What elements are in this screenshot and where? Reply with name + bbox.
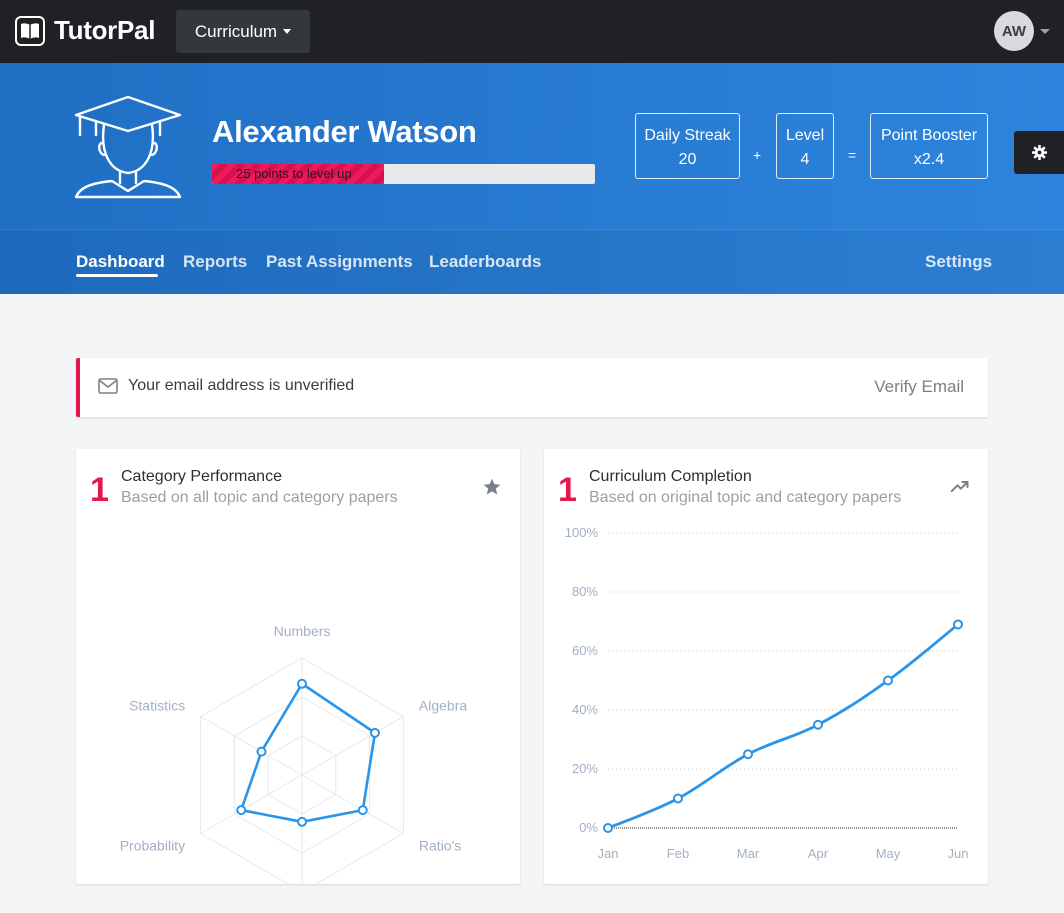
tab-past-assignments[interactable]: Past Assignments: [266, 252, 413, 272]
y-tick-label: 20%: [572, 761, 598, 776]
user-avatar[interactable]: AW: [994, 11, 1034, 51]
mail-icon: [98, 378, 118, 394]
plus-sign: +: [753, 147, 762, 163]
app-logo[interactable]: TutorPal: [15, 15, 155, 46]
tab-dashboard[interactable]: Dashboard: [76, 252, 165, 272]
completion-series-line: [606, 623, 960, 830]
radar-data-point[interactable]: [297, 816, 307, 827]
y-tick-label: 100%: [565, 525, 599, 540]
radar-data-point[interactable]: [357, 805, 368, 816]
line-data-point[interactable]: [813, 719, 823, 730]
radar-axis-label: Probability: [120, 838, 185, 854]
completion-line-chart: 0% 20% 40% 60% 80% 100% Jan Feb Mar Apr May Jun: [565, 525, 969, 861]
alert-message: Your email address is unverified: [128, 377, 355, 394]
radar-spoke: [200, 716, 303, 776]
booster-value: x2.4: [913, 151, 945, 168]
streak-label: Daily Streak: [644, 127, 731, 144]
radar-axis-label: Statistics: [129, 698, 185, 714]
user-name: Alexander Watson: [212, 114, 477, 149]
radar-spoke: [301, 716, 404, 776]
tab-settings[interactable]: Settings: [925, 252, 992, 272]
y-tick-label: 40%: [572, 702, 598, 717]
x-tick-label: Mar: [737, 846, 760, 861]
x-tick-label: May: [876, 846, 901, 861]
booster-label: Point Booster: [880, 127, 978, 144]
radar-data-point[interactable]: [369, 727, 380, 738]
active-tab-indicator: [76, 274, 158, 277]
level-label: Level: [785, 127, 825, 144]
line-data-point[interactable]: [953, 619, 963, 630]
category-radar-chart: NumbersAlgebraRatio'sGeometryProbability…: [120, 623, 467, 884]
y-tick-label: 0%: [579, 820, 598, 835]
y-tick-label: 60%: [572, 643, 598, 658]
top-navbar: TutorPal Curriculum AW: [0, 0, 1064, 63]
x-tick-label: Apr: [808, 846, 829, 861]
profile-hero: Alexander Watson 25 points to level up D…: [0, 63, 1064, 294]
caret-down-icon: [283, 29, 292, 34]
radar-spoke: [301, 774, 404, 834]
category-performance-card: 1 Category Performance Based on all topi…: [76, 449, 520, 884]
line-data-point[interactable]: [743, 749, 753, 760]
level-progress-bar: 25 points to level up: [212, 164, 595, 184]
daily-streak-stat: Daily Streak 20: [635, 113, 740, 179]
radar-data-point[interactable]: [236, 805, 247, 816]
tab-reports[interactable]: Reports: [183, 252, 247, 272]
level-stat: Level 4: [776, 113, 834, 179]
profile-subnav: Dashboard Reports Past Assignments Leade…: [0, 229, 1064, 294]
book-icon: [15, 15, 45, 46]
curriculum-completion-card: 1 Curriculum Completion Based on origina…: [544, 449, 988, 884]
app-name: TutorPal: [54, 15, 156, 45]
point-booster-stat: Point Booster x2.4: [870, 113, 988, 179]
progress-text: 25 points to level up: [236, 166, 352, 181]
line-data-point[interactable]: [603, 823, 613, 833]
email-unverified-alert: Your email address is unverified Verify …: [76, 358, 988, 417]
radar-data-point[interactable]: [256, 746, 267, 757]
line-data-point[interactable]: [883, 675, 893, 686]
y-tick-label: 80%: [572, 584, 598, 599]
radar-axis-label: Algebra: [419, 698, 467, 714]
curriculum-label: Curriculum: [194, 21, 278, 41]
equals-sign: =: [848, 147, 857, 163]
caret-down-icon[interactable]: [1040, 29, 1050, 34]
line-data-point[interactable]: [673, 793, 683, 804]
settings-gear-button[interactable]: [1014, 131, 1064, 174]
level-value: 4: [800, 151, 810, 168]
verify-email-link[interactable]: Verify Email: [874, 377, 964, 397]
curriculum-dropdown[interactable]: Curriculum: [176, 10, 310, 53]
x-tick-label: Feb: [667, 846, 689, 861]
tab-leaderboards[interactable]: Leaderboards: [429, 252, 541, 272]
x-tick-label: Jun: [948, 846, 969, 861]
streak-value: 20: [678, 151, 697, 168]
radar-axis-label: Ratio's: [419, 838, 461, 854]
x-tick-label: Jan: [598, 846, 619, 861]
graduate-avatar-icon: [74, 95, 182, 204]
radar-axis-label: Numbers: [274, 623, 331, 639]
radar-data-point[interactable]: [297, 678, 307, 689]
gear-icon: [1031, 145, 1047, 160]
